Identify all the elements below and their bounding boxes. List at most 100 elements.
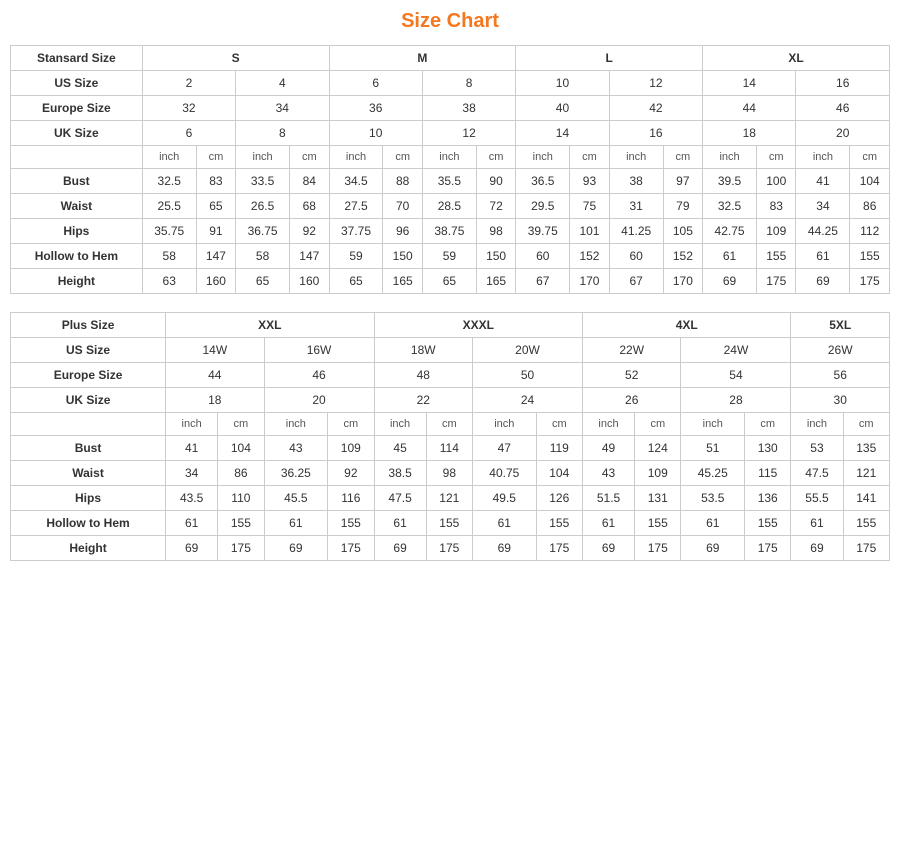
table-cell: 10 <box>516 71 609 96</box>
table-cell: 160 <box>290 269 329 294</box>
unit-cell: cm <box>328 413 374 436</box>
table-cell: 136 <box>745 486 791 511</box>
table-cell: 20 <box>264 388 374 413</box>
table-cell: 49 <box>582 436 634 461</box>
table-cell: 54 <box>681 363 791 388</box>
table-cell: 88 <box>383 169 422 194</box>
table-cell: 26 <box>582 388 681 413</box>
table-cell: 28 <box>681 388 791 413</box>
table-cell: 170 <box>663 269 702 294</box>
table-cell: 61 <box>791 511 843 536</box>
table-cell: 175 <box>218 536 264 561</box>
table-cell: 63 <box>142 269 196 294</box>
table-cell: 91 <box>196 219 235 244</box>
table-cell: 61 <box>582 511 634 536</box>
table-cell: 34 <box>236 96 329 121</box>
table-cell: 155 <box>536 511 582 536</box>
table-cell: 175 <box>745 536 791 561</box>
table-cell: 69 <box>703 269 757 294</box>
table-cell: 24 <box>473 388 583 413</box>
bust-label: Bust <box>11 169 143 194</box>
table-cell: 175 <box>843 536 889 561</box>
table-cell: 70 <box>383 194 422 219</box>
table-cell: 12 <box>422 121 515 146</box>
table-cell: 152 <box>570 244 609 269</box>
table-cell: 37.75 <box>329 219 383 244</box>
unit-cell: cm <box>570 146 609 169</box>
table-cell: 112 <box>850 219 890 244</box>
table-cell: 119 <box>536 436 582 461</box>
table-cell: 6 <box>142 121 235 146</box>
table-cell: 32 <box>142 96 235 121</box>
table-cell: 39.5 <box>703 169 757 194</box>
table-cell: 141 <box>843 486 889 511</box>
table-cell: 104 <box>850 169 890 194</box>
table-cell: 58 <box>142 244 196 269</box>
table-cell: 8 <box>422 71 515 96</box>
table-cell: 150 <box>476 244 515 269</box>
table-cell: 38.5 <box>374 461 426 486</box>
s-header: S <box>142 46 329 71</box>
table-cell: 175 <box>536 536 582 561</box>
table-cell: 104 <box>218 436 264 461</box>
xxxl-header: XXXL <box>374 313 582 338</box>
unit-cell: inch <box>166 413 218 436</box>
table-cell: 44 <box>166 363 265 388</box>
table-cell: 12 <box>609 71 702 96</box>
table-cell: 30 <box>791 388 890 413</box>
table-cell: 22W <box>582 338 681 363</box>
table-cell: 41.25 <box>609 219 663 244</box>
table-cell: 56 <box>791 363 890 388</box>
waist-label: Waist <box>11 194 143 219</box>
table-cell: 60 <box>609 244 663 269</box>
table-cell: 47.5 <box>374 486 426 511</box>
table-cell: 46 <box>264 363 374 388</box>
table-cell: 135 <box>843 436 889 461</box>
table-cell: 155 <box>850 244 890 269</box>
plus-us-size-label: US Size <box>11 338 166 363</box>
table-cell: 55.5 <box>791 486 843 511</box>
table-cell: 147 <box>196 244 235 269</box>
plus-hips-label: Hips <box>11 486 166 511</box>
table-cell: 53.5 <box>681 486 745 511</box>
table-cell: 116 <box>328 486 374 511</box>
table-cell: 90 <box>476 169 515 194</box>
unit-cell: inch <box>329 146 383 169</box>
unit-cell: inch <box>422 146 476 169</box>
unit-cell: cm <box>196 146 235 169</box>
unit-cell: cm <box>426 413 472 436</box>
table-cell: 44.25 <box>796 219 850 244</box>
table-cell: 59 <box>329 244 383 269</box>
table-cell: 155 <box>757 244 796 269</box>
table-cell: 83 <box>196 169 235 194</box>
table-cell: 14W <box>166 338 265 363</box>
table-cell: 36.75 <box>236 219 290 244</box>
plus-hollow-label: Hollow to Hem <box>11 511 166 536</box>
table-cell: 131 <box>635 486 681 511</box>
unit-cell: cm <box>218 413 264 436</box>
xxl-header: XXL <box>166 313 374 338</box>
table-cell: 39.75 <box>516 219 570 244</box>
table-cell: 92 <box>290 219 329 244</box>
unit-cell: cm <box>745 413 791 436</box>
unit-cell: cm <box>290 146 329 169</box>
table-cell: 110 <box>218 486 264 511</box>
table-cell: 121 <box>426 486 472 511</box>
table-cell: 18 <box>166 388 265 413</box>
table-cell: 155 <box>745 511 791 536</box>
table-cell: 22 <box>374 388 473 413</box>
table-cell: 31 <box>609 194 663 219</box>
uk-size-label: UK Size <box>11 121 143 146</box>
table-cell: 69 <box>582 536 634 561</box>
table-cell: 72 <box>476 194 515 219</box>
table-cell: 59 <box>422 244 476 269</box>
table-cell: 152 <box>663 244 702 269</box>
table-cell: 155 <box>635 511 681 536</box>
table-cell: 45 <box>374 436 426 461</box>
table-cell: 65 <box>329 269 383 294</box>
m-header: M <box>329 46 516 71</box>
table-cell: 32.5 <box>703 194 757 219</box>
table-cell: 20 <box>796 121 890 146</box>
plus-europe-size-label: Europe Size <box>11 363 166 388</box>
table-cell: 50 <box>473 363 583 388</box>
